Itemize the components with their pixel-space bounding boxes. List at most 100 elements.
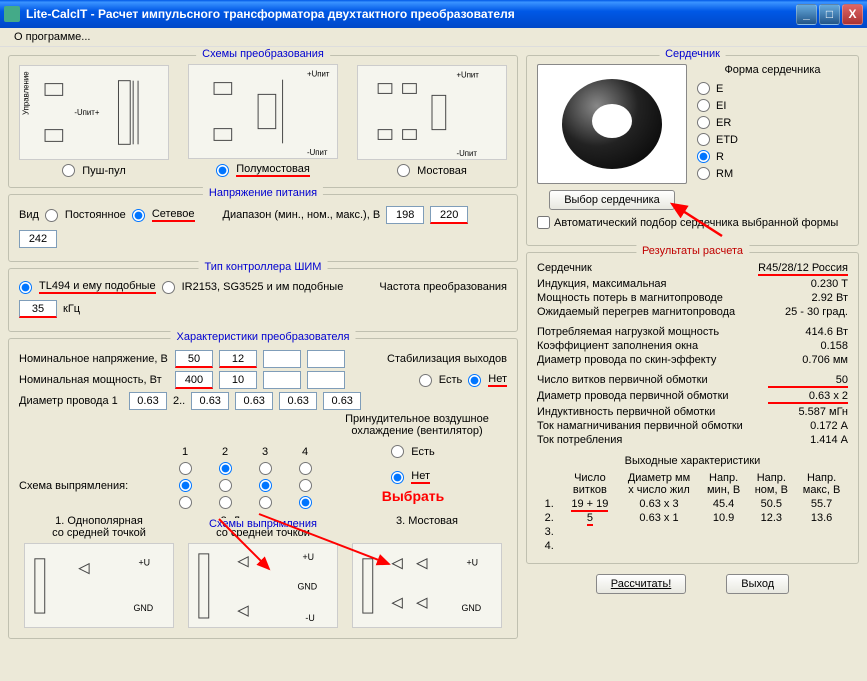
core-shape-title: Форма сердечника [697,64,848,76]
menu-about[interactable]: О программе... [8,29,96,45]
fan-label: Принудительное воздушное охлаждение (вен… [327,413,507,437]
input-p3[interactable] [263,371,301,389]
input-vnom[interactable] [430,206,468,224]
res-bmax-label: Индукция, максимальная [537,278,768,290]
group-core: Сердечник Выбор сердечника Форма сердечн… [526,55,859,246]
group-results: Результаты расчета СердечникR45/28/12 Ро… [526,252,859,564]
schematic-rect-3: +UGND [352,543,502,628]
output-table: Числовитков Диаметр ммx число жил Напр.м… [537,471,848,553]
radio-shape-ei[interactable]: EI [697,99,848,112]
exit-button[interactable]: Выход [726,574,789,594]
res-fill-label: Коэффициент заполнения окна [537,340,768,352]
core-image [537,64,687,184]
calculate-button[interactable]: Рассчитать! [596,574,686,594]
dia-sep: 2.. [173,395,185,407]
rect-1-3[interactable] [259,462,272,475]
input-v3[interactable] [263,350,301,368]
res-icons-val: 1.414 А [768,434,848,446]
svg-text:+Uпит: +Uпит [456,71,479,80]
rect-2-3[interactable] [259,479,272,492]
rect-1-2[interactable] [219,462,232,475]
svg-text:-Uпит: -Uпит [456,149,477,158]
res-imag-label: Ток намагничивания первичной обмотки [537,420,768,432]
input-d1[interactable] [129,392,167,410]
res-nturns-label: Число витков первичной обмотки [537,374,768,388]
radio-push-pull[interactable]: Пуш-пул [62,164,126,177]
schematic-rect-1: +UGND [24,543,174,628]
radio-dc[interactable]: Постоянное [45,209,126,222]
res-temp-val: 25 - 30 град. [768,306,848,318]
radio-fan-yes[interactable]: Есть [391,445,434,458]
input-v2[interactable] [219,350,257,368]
output-title: Выходные характеристики [537,455,848,467]
group-title-rect: Схемы выпрямления [203,518,323,530]
rect-3-1[interactable] [179,496,192,509]
group-title-pwm: Тип контроллера ШИМ [199,261,328,273]
nom-power-label: Номинальная мощность, Вт [19,374,169,386]
rect-2-4[interactable] [299,479,312,492]
input-vmin[interactable] [386,206,424,224]
res-pdia-label: Диаметр провода первичной обмотки [537,390,768,404]
supply-kind-label: Вид [19,209,39,221]
radio-shape-etd[interactable]: ETD [697,133,848,146]
res-lind-label: Индуктивность первичной обмотки [537,406,768,418]
svg-text:+U: +U [302,552,314,562]
rect-1-1[interactable] [179,462,192,475]
group-title-converter: Характеристики преобразователя [170,331,355,343]
input-d2[interactable] [191,392,229,410]
output-row-3: 3. [537,525,848,539]
svg-text:+U: +U [138,558,150,568]
schematic-rect-2: +UGND-U [188,543,338,628]
input-d4[interactable] [279,392,317,410]
close-button[interactable]: X [842,4,863,25]
radio-shape-er[interactable]: ER [697,116,848,129]
rect-3-4[interactable] [299,496,312,509]
radio-tl494[interactable]: TL494 и ему подобные [19,280,156,294]
maximize-button[interactable]: □ [819,4,840,25]
group-converter: Характеристики преобразователя Номинальн… [8,338,518,639]
annot-select: Выбрать [382,488,445,504]
rect-3-3[interactable] [259,496,272,509]
radio-ac[interactable]: Сетевое [132,208,195,222]
schematic-full-bridge: +Uпит -Uпит [357,65,507,160]
output-row-4: 4. [537,539,848,553]
rect-2-2[interactable] [219,479,232,492]
res-core-val: R45/28/12 Россия [758,262,848,276]
svg-text:Управление: Управление [21,71,30,115]
radio-stab-no[interactable]: Нет [468,373,507,387]
radio-shape-e[interactable]: E [697,82,848,95]
app-icon [4,6,20,22]
radio-shape-r[interactable]: R [697,150,848,163]
minimize-button[interactable]: _ [796,4,817,25]
input-v1[interactable] [175,350,213,368]
radio-shape-rm[interactable]: RM [697,167,848,180]
input-v4[interactable] [307,350,345,368]
freq-label: Частота преобразования [379,281,507,293]
checkbox-auto-core[interactable]: Автоматический подбор сердечника выбранн… [537,216,848,229]
radio-stab-yes[interactable]: Есть [419,374,462,387]
radio-full-bridge[interactable]: Мостовая [397,164,467,177]
radio-fan-no[interactable]: Нет [391,470,434,484]
input-d3[interactable] [235,392,273,410]
rect-3-2[interactable] [219,496,232,509]
rect-2-1[interactable] [179,479,192,492]
choose-core-button[interactable]: Выбор сердечника [549,190,675,210]
input-vmax[interactable] [19,230,57,248]
rect1-label-a: 1. Однополярная [19,515,179,527]
res-lind-val: 5.587 мГн [768,406,848,418]
window-titlebar: Lite-CalcIT - Расчет импульсного трансфо… [0,0,867,28]
input-p1[interactable] [175,371,213,389]
stab-label: Стабилизация выходов [387,353,507,365]
radio-half-bridge[interactable]: Полумостовая [216,163,310,177]
input-p2[interactable] [219,371,257,389]
res-icons-label: Ток потребления [537,434,768,446]
input-d5[interactable] [323,392,361,410]
input-p4[interactable] [307,371,345,389]
res-pdia-val: 0.63 x 2 [768,390,848,404]
rect-col-2: 2 [211,446,239,458]
schematic-half-bridge: +Uпит-Uпит [188,64,338,159]
group-pwm: Тип контроллера ШИМ TL494 и ему подобные… [8,268,518,332]
rect-1-4[interactable] [299,462,312,475]
input-freq[interactable] [19,300,57,318]
radio-ir2153[interactable]: IR2153, SG3525 и им подобные [162,281,344,294]
